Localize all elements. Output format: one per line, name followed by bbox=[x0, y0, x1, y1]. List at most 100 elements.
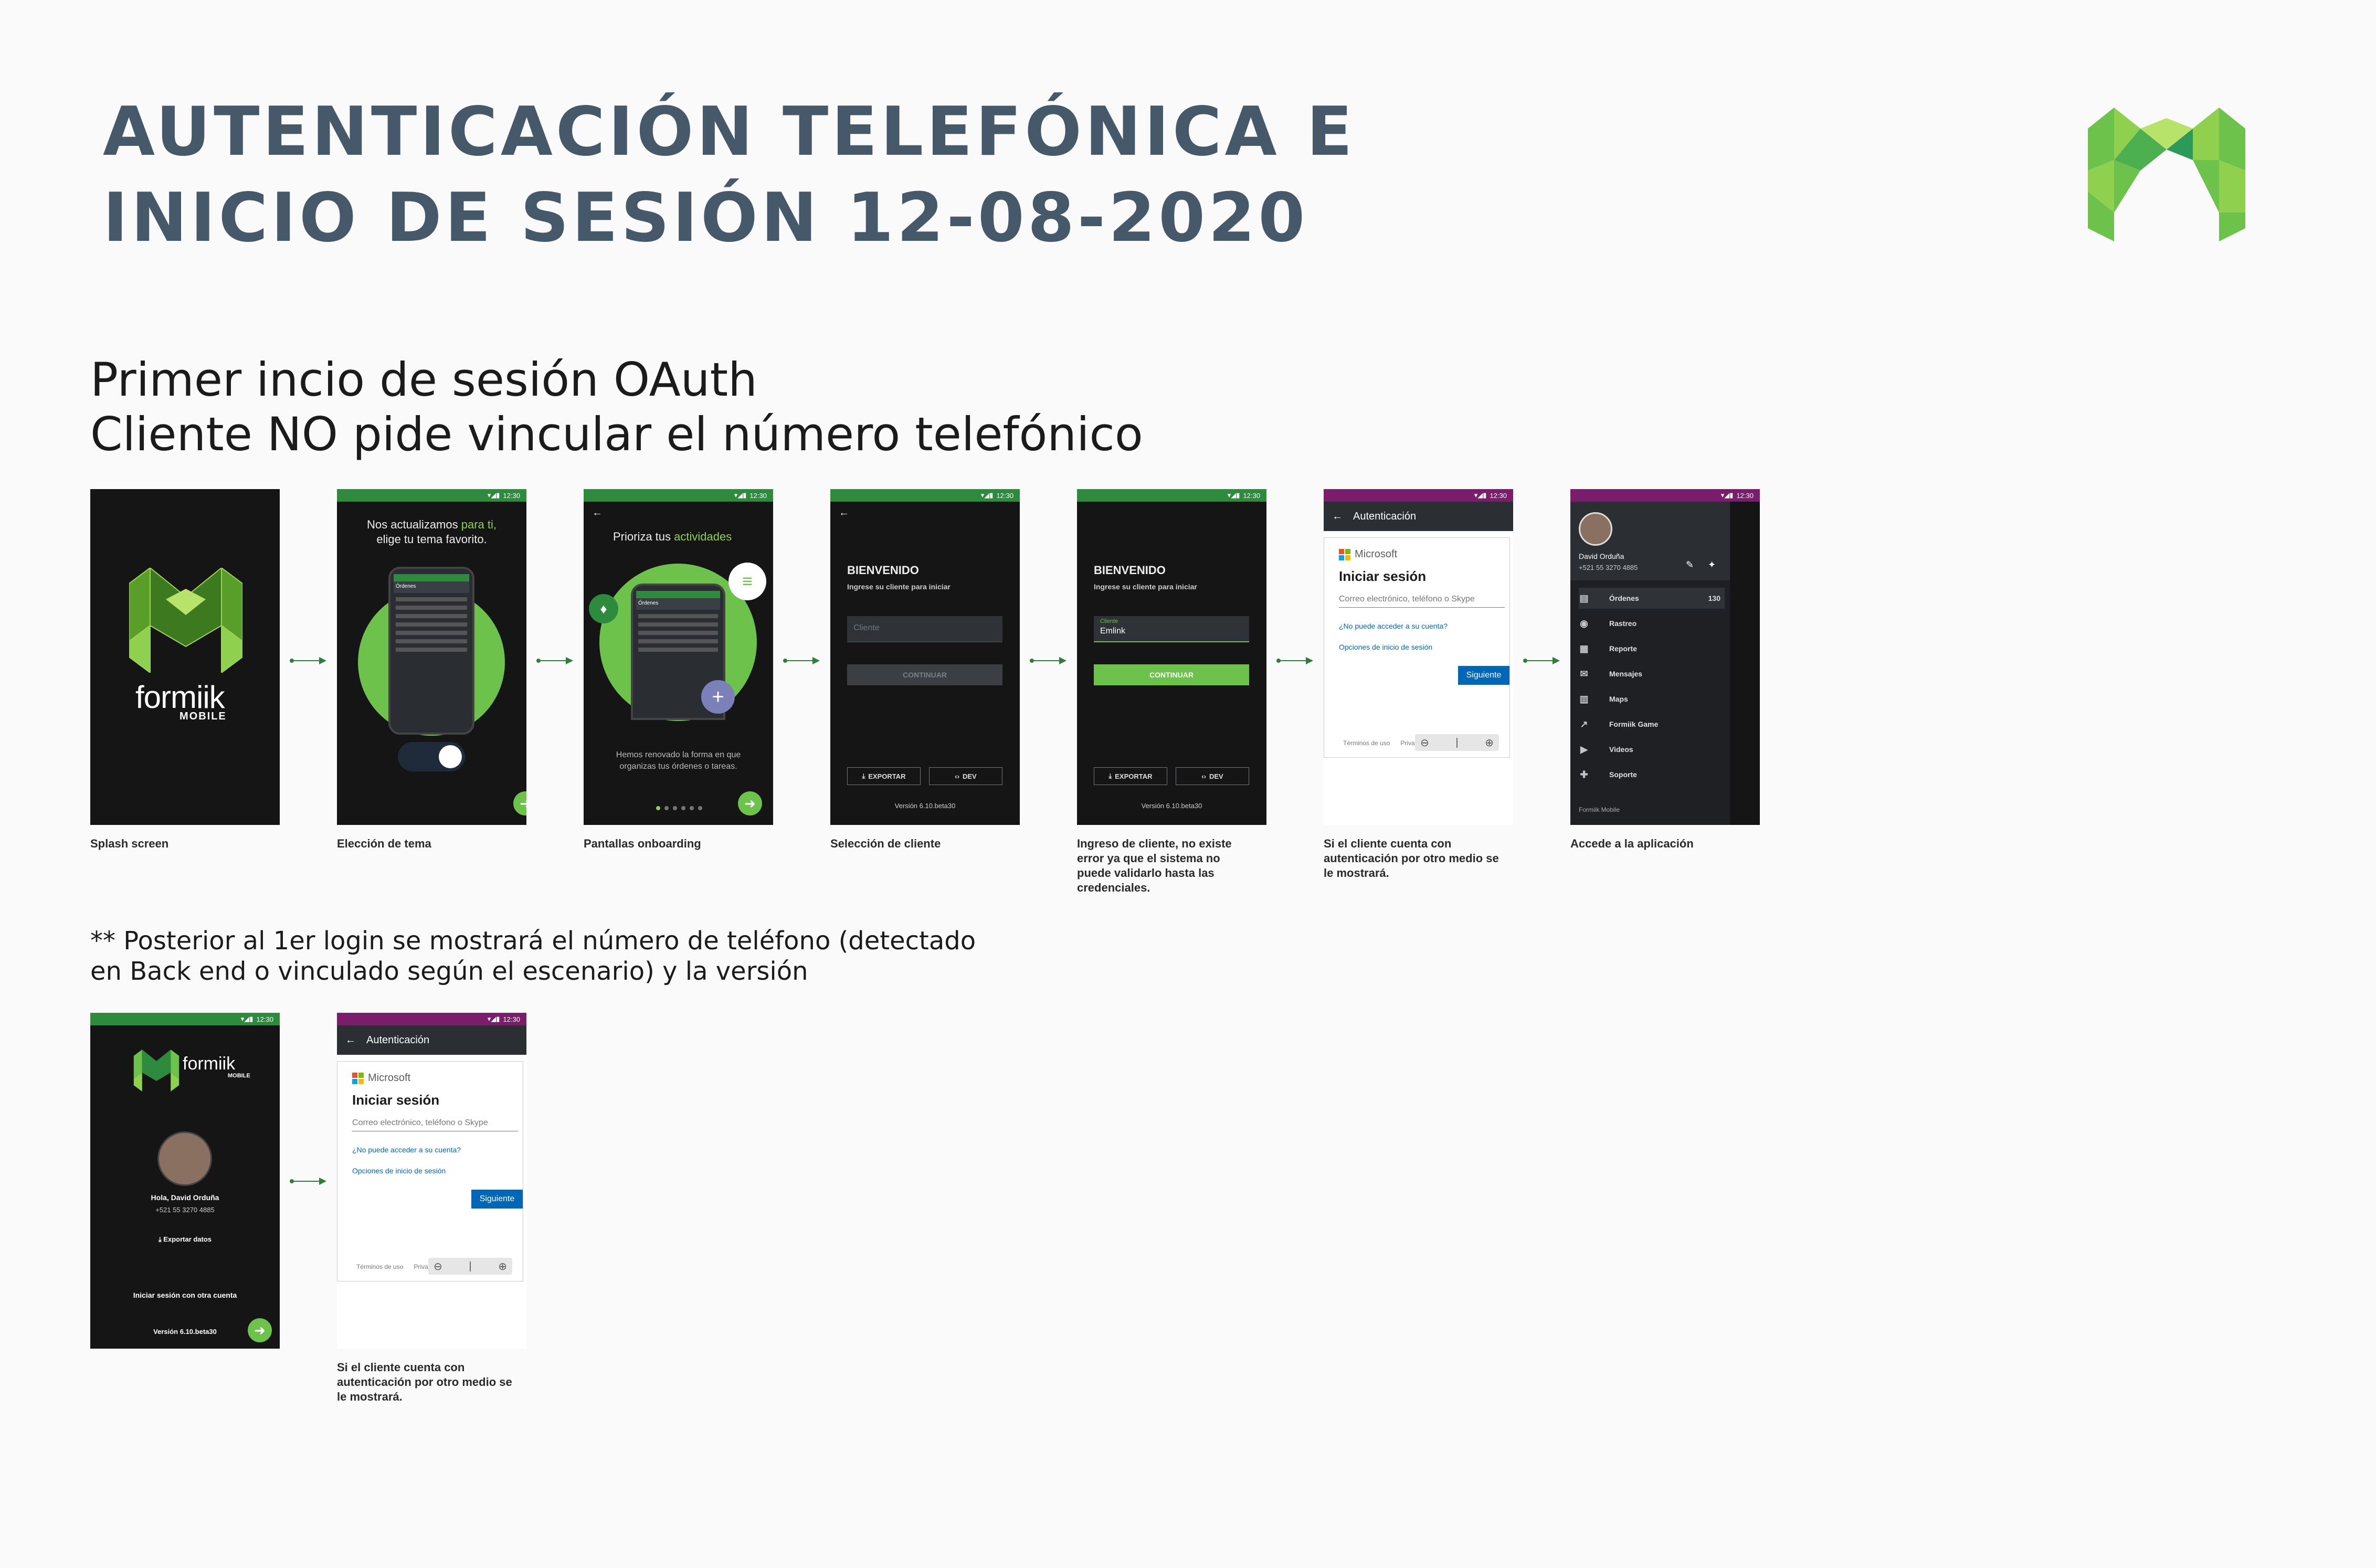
code-icon: ‹› bbox=[955, 772, 959, 780]
back-arrow-icon[interactable]: ← bbox=[345, 1034, 356, 1046]
flow-arrow bbox=[536, 657, 573, 664]
appbar-title: Autenticación bbox=[1353, 510, 1417, 522]
report-icon: ▦ bbox=[1579, 643, 1589, 654]
next-button[interactable]: ➜ bbox=[248, 1318, 272, 1342]
auth-screen: ▾◢▮ 12:30 ← Autenticación Microsoft Inici… bbox=[1324, 489, 1513, 825]
dev-button[interactable]: ‹› DEV bbox=[929, 767, 1002, 785]
title-line-1: AUTENTICACIÓN TELEFÓNICA E bbox=[103, 93, 1356, 171]
section-heading-line-1: Primer incio de sesión OAuth bbox=[90, 353, 757, 407]
welcome-heading: BIENVENIDO bbox=[847, 564, 919, 577]
email-input[interactable]: Correo electrónico, teléfono o Skype bbox=[352, 1118, 518, 1131]
login-note: ** Posterior al 1er login se mostrará el… bbox=[90, 926, 976, 987]
play-icon: ▶ bbox=[1580, 744, 1588, 755]
bulb-icon[interactable]: ✦ bbox=[1708, 559, 1716, 570]
user-phone: +521 55 3270 4885 bbox=[1579, 564, 1638, 571]
dev-button[interactable]: ‹› DEV bbox=[1176, 767, 1249, 785]
caption-theme: Elección de tema bbox=[337, 837, 431, 850]
cant-access-link[interactable]: ¿No puede acceder a su cuenta? bbox=[1339, 622, 1448, 630]
drawer-header: David Orduña +521 55 3270 4885 ✎ ✦ bbox=[1570, 502, 1730, 580]
note-line-1: ** Posterior al 1er login se mostrará el… bbox=[90, 926, 976, 956]
download-icon: ⤓ bbox=[158, 1235, 164, 1243]
theme-toggle[interactable] bbox=[398, 742, 465, 771]
client-input[interactable]: Cliente Emlink bbox=[1094, 616, 1249, 642]
formiik-mark-icon bbox=[133, 1050, 179, 1092]
footer: Términos de uso Privac bbox=[356, 1263, 431, 1270]
filter-icon: ≡ bbox=[728, 563, 766, 600]
export-button[interactable]: ⤓ EXPORTAR bbox=[847, 767, 921, 785]
continue-button[interactable]: CONTINUAR bbox=[847, 664, 1002, 685]
next-button[interactable]: ➜ bbox=[513, 791, 526, 815]
client-input[interactable]: Cliente bbox=[847, 616, 1002, 642]
caption-drawer: Accede a la aplicación bbox=[1570, 837, 1694, 850]
zoom-control[interactable]: ⊖ | ⊕ bbox=[428, 1258, 512, 1275]
app-bar: ← Autenticación bbox=[1324, 502, 1513, 531]
status-bar: ▾◢▮ 12:30 bbox=[1324, 489, 1513, 502]
welcome-heading: BIENVENIDO bbox=[1094, 564, 1166, 577]
appbar-title: Autenticación bbox=[366, 1034, 430, 1046]
signin-options-link[interactable]: Opciones de inicio de sesión bbox=[1339, 643, 1432, 651]
caption-auth: Si el cliente cuenta con autenticación p… bbox=[1324, 837, 1499, 880]
signin-options-link[interactable]: Opciones de inicio de sesión bbox=[352, 1167, 446, 1175]
signin-title: Iniciar sesión bbox=[352, 1092, 440, 1108]
continue-button[interactable]: CONTINUAR bbox=[1094, 664, 1249, 685]
title-line-2: INICIO DE SESIÓN 12-08-2020 bbox=[103, 179, 1308, 257]
auth-screen-returning: ▾◢▮ 12:30 ← Autenticación Microsoft Inici… bbox=[337, 1013, 526, 1349]
drawer-item-reporte[interactable]: ▦ Reporte bbox=[1579, 638, 1725, 659]
download-icon: ⤓ bbox=[862, 772, 865, 780]
microsoft-logo: Microsoft bbox=[352, 1072, 410, 1084]
terms-link[interactable]: Términos de uso bbox=[356, 1263, 403, 1270]
theme-heading: Nos actualizamos para ti, elige tu tema f… bbox=[366, 518, 497, 546]
theme-screen: ▾◢▮ 12:30 Nos actualizamos para ti, elige … bbox=[337, 489, 526, 825]
document-title: AUTENTICACIÓN TELEFÓNICA E INICIO DE SES… bbox=[103, 89, 1356, 261]
trend-icon: ↗ bbox=[1580, 718, 1588, 729]
drawer-item-maps[interactable]: ▥ Maps bbox=[1579, 688, 1725, 709]
caption-auth-returning: Si el cliente cuenta con autenticación p… bbox=[337, 1361, 512, 1403]
next-button[interactable]: Siguiente bbox=[471, 1190, 523, 1209]
other-account-link[interactable]: Iniciar sesión con otra cuenta bbox=[90, 1291, 280, 1299]
back-arrow-icon[interactable]: ← bbox=[839, 507, 849, 519]
status-bar: ▾◢▮ 12:30 bbox=[1077, 489, 1266, 502]
flow-arrow bbox=[290, 657, 326, 664]
zoom-out-icon[interactable]: ⊖ bbox=[434, 1260, 442, 1273]
formiik-mark-icon bbox=[129, 568, 242, 673]
footer: Términos de uso Privac bbox=[1343, 739, 1418, 747]
drawer-item-soporte[interactable]: ✚ Soporte bbox=[1579, 764, 1725, 785]
map-icon: ▥ bbox=[1579, 693, 1589, 704]
zoom-out-icon[interactable]: ⊖ bbox=[1420, 736, 1429, 749]
user-name: David Orduña bbox=[1579, 552, 1624, 560]
section-heading-line-2: Cliente NO pide vincular el número telef… bbox=[90, 407, 1143, 461]
zoom-in-icon[interactable]: ⊕ bbox=[498, 1260, 507, 1273]
document-icon: ▤ bbox=[1579, 592, 1589, 603]
microsoft-icon bbox=[352, 1072, 364, 1084]
microsoft-signin-card: Microsoft Iniciar sesión Correo electrón… bbox=[337, 1061, 523, 1281]
wrench-icon: ✚ bbox=[1580, 769, 1588, 780]
flow-arrow bbox=[783, 657, 820, 664]
status-bar: ▾◢▮ 12:30 bbox=[1570, 489, 1760, 502]
onboarding-title: Prioriza tus actividades bbox=[613, 530, 732, 543]
caption-onboarding: Pantallas onboarding bbox=[584, 837, 701, 850]
drawer-item-rastreo[interactable]: ◉ Rastreo bbox=[1579, 613, 1725, 634]
avatar bbox=[157, 1131, 212, 1186]
back-arrow-icon[interactable]: ← bbox=[1332, 511, 1343, 523]
drawer-item-formiik-game[interactable]: ↗ Formiik Game bbox=[1579, 714, 1725, 735]
drawer-item-mensajes[interactable]: ✉ Mensajes bbox=[1579, 663, 1725, 684]
terms-link[interactable]: Términos de uso bbox=[1343, 739, 1390, 747]
edit-icon[interactable]: ✎ bbox=[1686, 559, 1694, 570]
drawer-item-ordenes[interactable]: ▤ Órdenes 130 bbox=[1579, 588, 1725, 609]
export-button[interactable]: ⤓ EXPORTAR bbox=[1094, 767, 1167, 785]
next-button[interactable]: ➜ bbox=[738, 791, 762, 815]
avatar bbox=[1579, 512, 1612, 546]
next-button[interactable]: Siguiente bbox=[1458, 666, 1509, 685]
zoom-in-icon[interactable]: ⊕ bbox=[1485, 736, 1494, 749]
back-arrow-icon[interactable]: ← bbox=[592, 507, 603, 519]
client-entry-screen: ▾◢▮ 12:30 BIENVENIDO Ingrese su cliente p… bbox=[1077, 489, 1266, 825]
app-bar: ← Autenticación bbox=[337, 1025, 526, 1055]
caption-client-select: Selección de cliente bbox=[830, 837, 941, 850]
cant-access-link[interactable]: ¿No puede acceder a su cuenta? bbox=[352, 1146, 461, 1154]
export-data-button[interactable]: ⤓ Exportar datos bbox=[90, 1235, 280, 1244]
email-input[interactable]: Correo electrónico, teléfono o Skype bbox=[1339, 595, 1505, 608]
formiik-logo bbox=[2088, 108, 2245, 241]
drawer-item-videos[interactable]: ▶ Videos bbox=[1579, 739, 1725, 760]
status-bar: ▾◢▮ 12:30 bbox=[584, 489, 773, 502]
zoom-control[interactable]: ⊖ | ⊕ bbox=[1415, 734, 1499, 751]
